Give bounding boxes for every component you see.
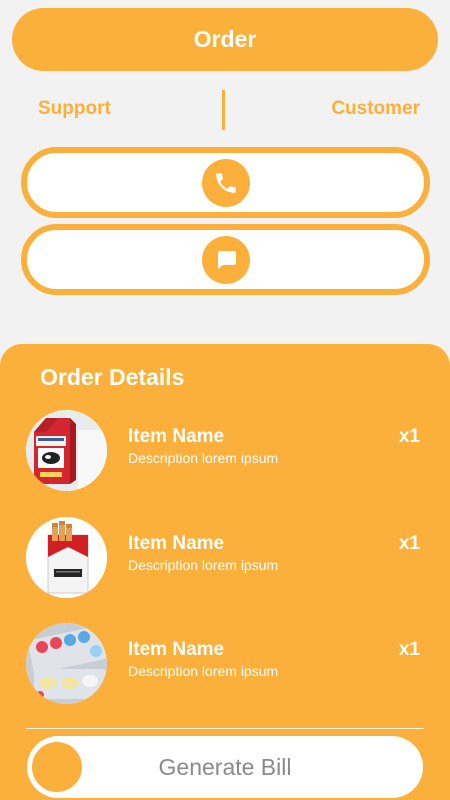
list-item[interactable]: Item Name Description lorem ipsum x1 <box>0 517 450 599</box>
segment-support[interactable]: Support <box>38 98 111 120</box>
item-image-milk-carton <box>26 410 107 491</box>
generate-bill-button[interactable]: Generate Bill <box>27 736 423 798</box>
chat-bubble-icon <box>201 235 250 284</box>
generate-bill-label: Generate Bill <box>158 753 292 780</box>
call-button[interactable] <box>21 147 430 218</box>
item-name: Item Name <box>128 639 225 660</box>
support-customer-switch: Support Customer <box>0 88 450 132</box>
item-quantity: x1 <box>398 639 420 660</box>
item-description: Description lorem ipsum <box>128 663 279 679</box>
panel-divider <box>26 728 424 729</box>
item-description: Description lorem ipsum <box>128 450 279 466</box>
chat-button[interactable] <box>21 224 430 295</box>
order-details-title: Order Details <box>40 364 185 390</box>
item-image-cigarette-pack <box>26 517 107 598</box>
item-name: Item Name <box>128 533 225 554</box>
phone-icon <box>201 158 250 207</box>
item-quantity: x1 <box>398 426 420 447</box>
segment-customer[interactable]: Customer <box>331 98 420 120</box>
item-quantity: x1 <box>398 533 420 554</box>
order-header: Order <box>12 8 438 71</box>
list-item[interactable]: Item Name Description lorem ipsum x1 <box>0 410 450 492</box>
page-title: Order <box>193 26 257 52</box>
item-image-pill-blister <box>26 623 107 704</box>
segment-divider <box>222 90 225 130</box>
list-item[interactable]: Item Name Description lorem ipsum x1 <box>0 623 450 705</box>
item-description: Description lorem ipsum <box>128 557 279 573</box>
item-name: Item Name <box>128 426 225 447</box>
order-details-panel: Order Details Item Name Description lore… <box>0 344 450 800</box>
